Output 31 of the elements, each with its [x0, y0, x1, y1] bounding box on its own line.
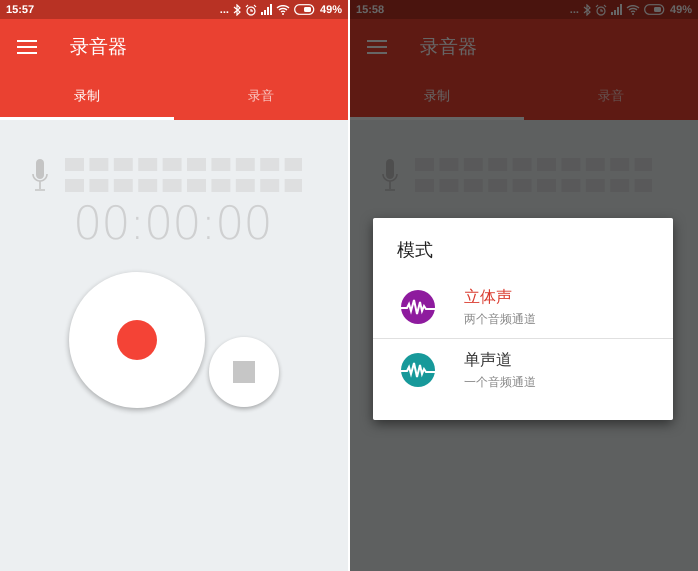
- alarm-icon: [244, 4, 257, 16]
- status-time: 15:58: [356, 4, 384, 16]
- tab[interactable]: 录制: [350, 75, 524, 120]
- bluetooth-icon: [582, 4, 591, 16]
- mode-option[interactable]: 单声道: [464, 350, 512, 370]
- more-notifications: ...: [570, 4, 579, 16]
- battery-percent: 49%: [320, 4, 342, 16]
- signal-icon: [610, 4, 622, 15]
- wifi-icon: [626, 4, 640, 15]
- record-icon: [117, 320, 157, 360]
- tab[interactable]: 录音: [174, 75, 348, 120]
- stop-icon: [233, 361, 255, 383]
- battery-percent: 49%: [670, 4, 692, 16]
- signal-icon: [260, 4, 272, 15]
- app-title: 录音器: [420, 35, 477, 60]
- menu-icon[interactable]: [367, 40, 387, 54]
- battery-icon: [644, 4, 666, 15]
- battery-icon: [294, 4, 316, 15]
- tab[interactable]: 录制: [0, 75, 174, 120]
- mode-description: 两个音频通道: [464, 310, 536, 328]
- app-title: 录音器: [70, 35, 127, 60]
- microphone-icon: [32, 159, 48, 191]
- status-time: 15:57: [6, 4, 34, 16]
- more-notifications: ...: [220, 4, 229, 16]
- alarm-icon: [594, 4, 607, 16]
- bluetooth-icon: [232, 4, 241, 16]
- menu-icon[interactable]: [17, 40, 37, 54]
- wifi-icon: [276, 4, 290, 15]
- mode-description: 一个音频通道: [464, 374, 536, 390]
- mode-option[interactable]: 立体声: [464, 286, 512, 308]
- dialog-title: 模式: [397, 239, 434, 262]
